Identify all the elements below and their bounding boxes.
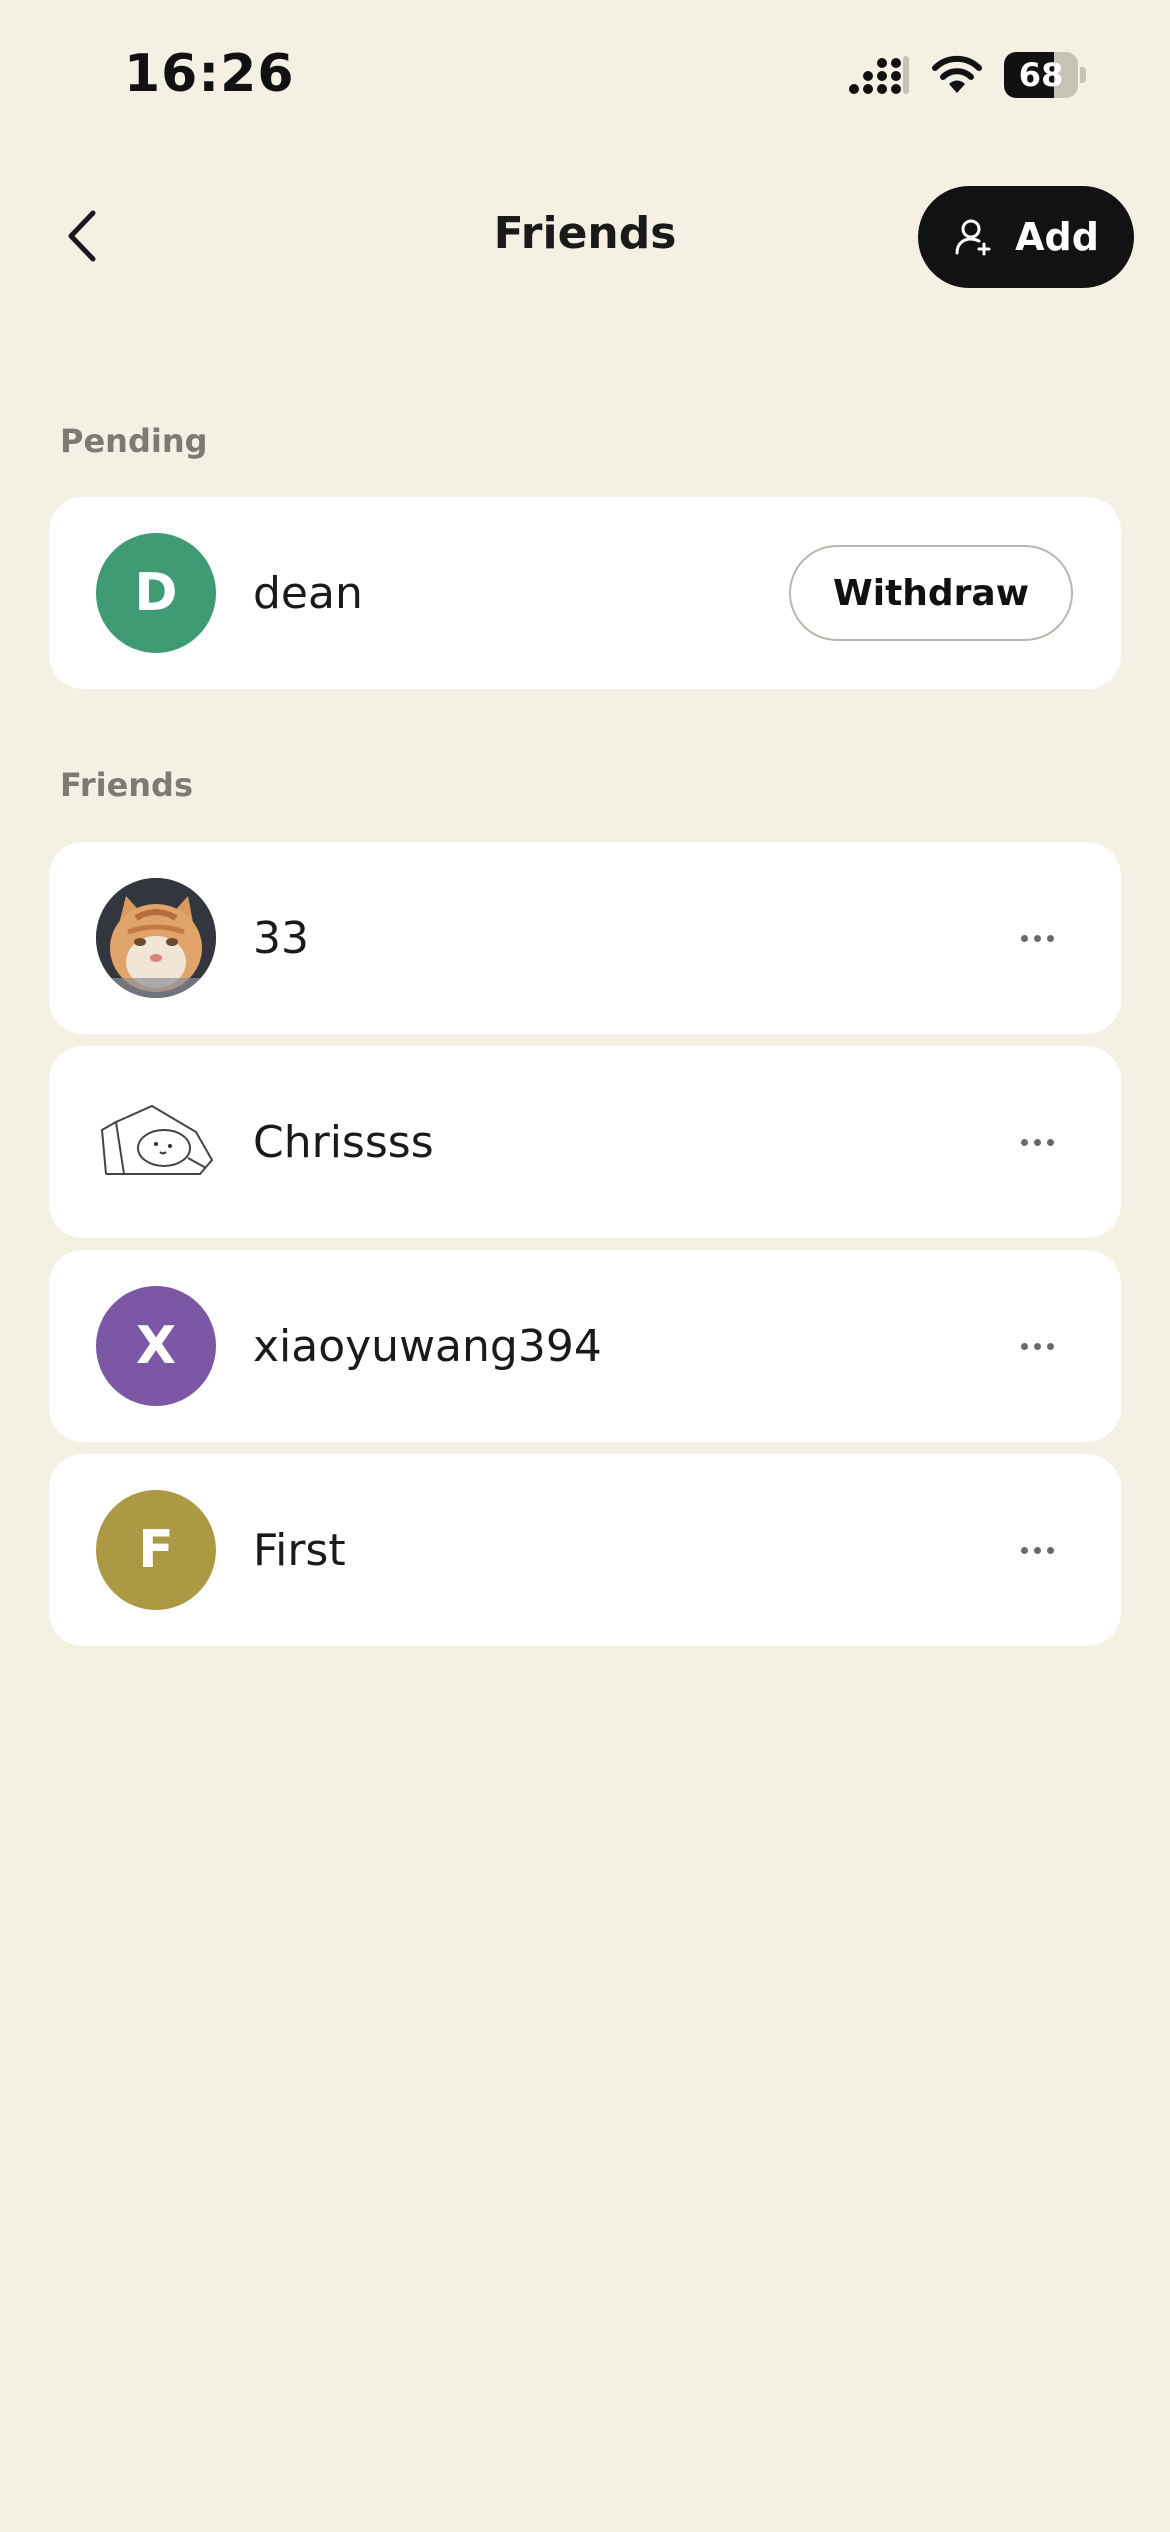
add-button-label: Add	[1015, 215, 1099, 259]
friends-section-label: Friends	[60, 766, 193, 804]
avatar: D	[96, 533, 216, 653]
battery-level: 68	[1018, 56, 1064, 94]
status-icons: 68	[848, 52, 1086, 98]
add-person-icon	[955, 219, 991, 256]
cat-photo-avatar	[96, 878, 216, 998]
battery-icon: 68	[1004, 52, 1086, 98]
more-options-button[interactable]	[1007, 908, 1067, 968]
friend-name: xiaoyuwang394	[253, 1320, 602, 1372]
friend-item[interactable]: Chrissss	[49, 1046, 1121, 1238]
avatar: F	[96, 1490, 216, 1610]
cellular-signal-icon	[849, 56, 909, 94]
friend-item[interactable]: F First	[49, 1454, 1121, 1646]
friends-screen: 16:26 68 Friends Add Pending D dean With…	[0, 0, 1170, 2532]
friend-item[interactable]: X xiaoyuwang394	[49, 1250, 1121, 1442]
sketch-avatar	[100, 1104, 214, 1175]
friend-name: Chrissss	[253, 1116, 434, 1168]
avatar: X	[96, 1286, 216, 1406]
more-options-button[interactable]	[1007, 1112, 1067, 1172]
pending-name: dean	[253, 567, 363, 619]
more-options-button[interactable]	[1007, 1316, 1067, 1376]
status-time: 16:26	[124, 44, 295, 104]
add-friend-button[interactable]: Add	[918, 186, 1134, 288]
pending-section-label: Pending	[60, 422, 208, 460]
avatar	[96, 1082, 216, 1202]
more-options-button[interactable]	[1007, 1520, 1067, 1580]
pending-item: D dean Withdraw	[49, 497, 1121, 689]
avatar	[96, 878, 216, 998]
wifi-icon	[932, 55, 982, 93]
friend-item[interactable]: 33	[49, 842, 1121, 1034]
friend-name: First	[253, 1524, 346, 1576]
withdraw-button[interactable]: Withdraw	[789, 545, 1073, 641]
friend-name: 33	[253, 912, 309, 964]
